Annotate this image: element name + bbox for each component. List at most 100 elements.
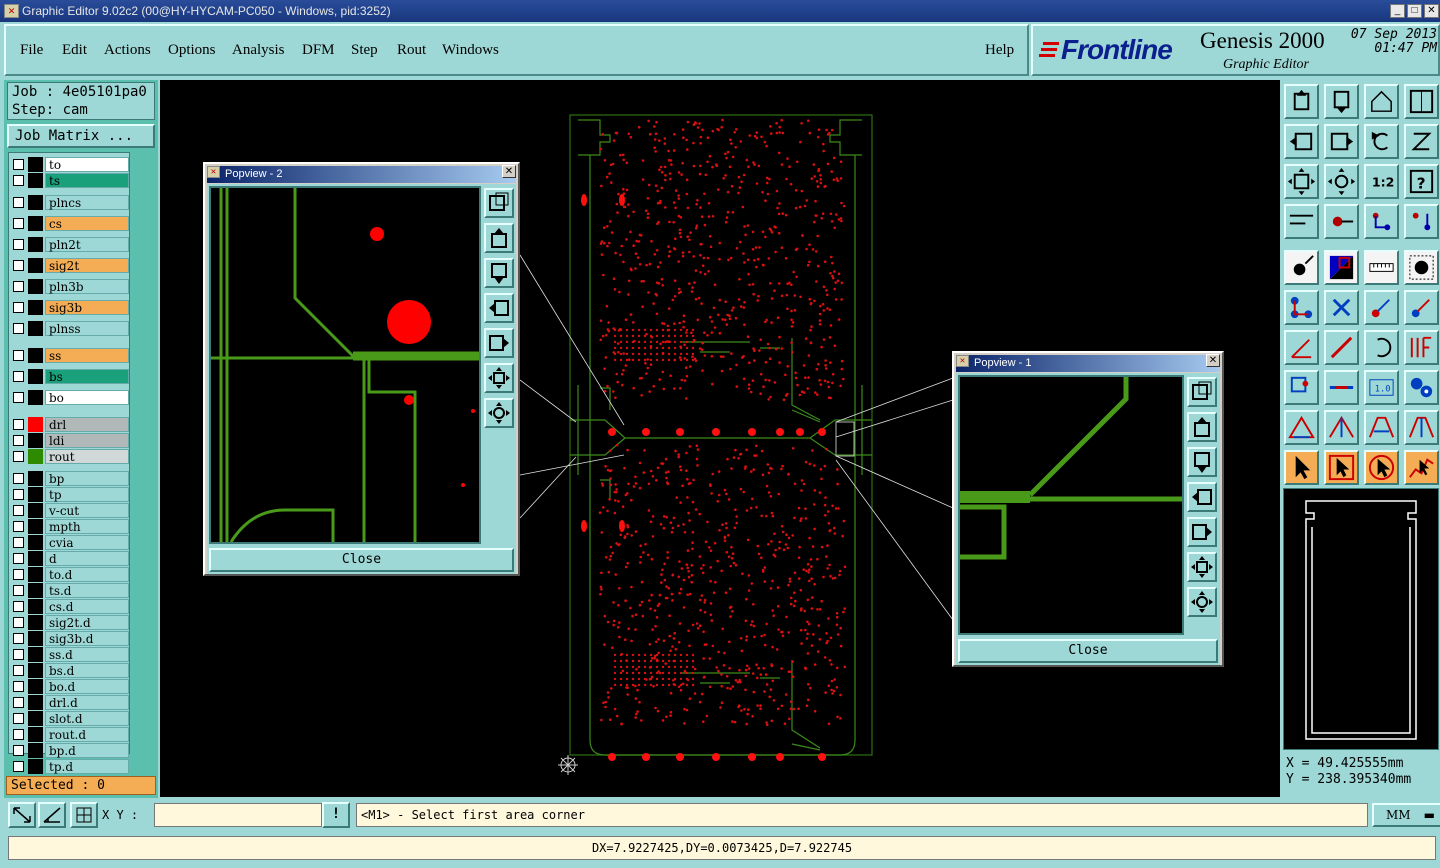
layer-checkbox[interactable] <box>13 505 24 516</box>
layer-row[interactable]: pln2t <box>11 237 129 252</box>
layer-checkbox[interactable] <box>13 323 24 334</box>
layer-name[interactable]: bp.d <box>45 743 129 758</box>
layer-color-swatch[interactable] <box>28 237 43 252</box>
layer-row[interactable]: slot.d <box>11 711 129 726</box>
dimension-button[interactable]: 1.0 <box>1364 370 1399 405</box>
popview-1-zoom-reset-button[interactable] <box>1187 377 1217 407</box>
delete-node-button[interactable] <box>1324 290 1359 325</box>
layer-name[interactable]: ss <box>45 348 129 363</box>
layer-row[interactable]: pln3b <box>11 279 129 294</box>
layer-checkbox[interactable] <box>13 521 24 532</box>
layer-color-swatch[interactable] <box>28 503 43 518</box>
popview-2-pan-right-button[interactable] <box>484 328 514 358</box>
triangle-a-button[interactable] <box>1284 410 1319 445</box>
layer-row[interactable]: sig2t <box>11 258 129 273</box>
menu-file[interactable]: File <box>20 42 43 59</box>
layer-name[interactable]: cvia <box>45 535 129 550</box>
layer-name[interactable]: drl <box>45 417 129 432</box>
layer-row[interactable]: bp.d <box>11 743 129 758</box>
layer-color-swatch[interactable] <box>28 390 43 405</box>
layer-row[interactable]: bp <box>11 471 129 486</box>
popview-2-pan-left-button[interactable] <box>484 293 514 323</box>
layer-name[interactable]: pln2t <box>45 237 129 252</box>
scale-1-2-button[interactable]: 1:2 <box>1364 164 1399 199</box>
pan-left-button[interactable] <box>1284 124 1319 159</box>
layer-color-swatch[interactable] <box>28 583 43 598</box>
units-selector[interactable]: MM ▬ <box>1372 803 1440 827</box>
menu-dfm[interactable]: DFM <box>302 42 335 59</box>
layer-name[interactable]: ts <box>45 173 129 188</box>
layer-color-swatch[interactable] <box>28 195 43 210</box>
popview-2-zoom-fit-button[interactable] <box>484 363 514 393</box>
layer-name[interactable]: ts.d <box>45 583 129 598</box>
maximize-button[interactable]: □ <box>1407 4 1422 18</box>
layer-color-swatch[interactable] <box>28 321 43 336</box>
layer-name[interactable]: d <box>45 551 129 566</box>
layer-row[interactable]: sig3b.d <box>11 631 129 646</box>
layer-name[interactable]: pln3b <box>45 279 129 294</box>
popview-1-canvas[interactable] <box>958 375 1184 635</box>
layer-checkbox[interactable] <box>13 197 24 208</box>
layer-row[interactable]: tp <box>11 487 129 502</box>
pointer-button[interactable] <box>1284 450 1319 485</box>
pan-right-button[interactable] <box>1324 124 1359 159</box>
layer-row[interactable]: plnss <box>11 321 129 336</box>
menu-help[interactable]: Help <box>985 42 1014 59</box>
layer-checkbox[interactable] <box>13 392 24 403</box>
layer-color-swatch[interactable] <box>28 663 43 678</box>
popview-2-close-button[interactable]: Close <box>209 548 514 572</box>
layer-checkbox[interactable] <box>13 665 24 676</box>
grid-button[interactable] <box>70 802 98 828</box>
layer-row[interactable]: ss <box>11 348 129 363</box>
layer-checkbox[interactable] <box>13 371 24 382</box>
menu-edit[interactable]: Edit <box>62 42 87 59</box>
layer-name[interactable]: rout <box>45 449 129 464</box>
popview-2-zoom-reset-button[interactable] <box>484 188 514 218</box>
move-point-button[interactable] <box>1364 290 1399 325</box>
measure-button[interactable] <box>38 802 66 828</box>
layer-checkbox[interactable] <box>13 697 24 708</box>
popview-1-zoom-center-button[interactable] <box>1187 587 1217 617</box>
layer-color-swatch[interactable] <box>28 743 43 758</box>
layer-checkbox[interactable] <box>13 617 24 628</box>
line-draw-button[interactable] <box>1324 330 1359 365</box>
line-angle-button[interactable] <box>1284 330 1319 365</box>
layer-name[interactable]: sig3b.d <box>45 631 129 646</box>
layer-color-swatch[interactable] <box>28 647 43 662</box>
undo-rotate-button[interactable] <box>1364 124 1399 159</box>
layer-checkbox[interactable] <box>13 745 24 756</box>
popview-2-step-down-button[interactable] <box>484 258 514 288</box>
layer-name[interactable]: drl.d <box>45 695 129 710</box>
layer-row[interactable]: bs <box>11 369 129 384</box>
layer-row[interactable]: plncs <box>11 195 129 210</box>
menu-actions[interactable]: Actions <box>104 42 151 59</box>
triangle-d-button[interactable] <box>1404 410 1439 445</box>
layer-color-swatch[interactable] <box>28 216 43 231</box>
layer-checkbox[interactable] <box>13 302 24 313</box>
layer-row[interactable]: ldi <box>11 433 129 448</box>
layer-name[interactable]: to <box>45 157 129 172</box>
arc-rotate-button[interactable] <box>1364 330 1399 365</box>
layer-row[interactable]: drl <box>11 417 129 432</box>
popview-2-close-icon[interactable]: ✕ <box>502 165 516 178</box>
layer-color-swatch[interactable] <box>28 300 43 315</box>
layer-row[interactable]: to.d <box>11 567 129 582</box>
pointer-circle-button[interactable] <box>1364 450 1399 485</box>
layer-name[interactable]: bp <box>45 471 129 486</box>
layer-checkbox[interactable] <box>13 260 24 271</box>
triangle-c-button[interactable] <box>1364 410 1399 445</box>
layer-color-swatch[interactable] <box>28 519 43 534</box>
zoom-center-button[interactable] <box>1324 164 1359 199</box>
snap-tools-button[interactable] <box>1284 204 1319 239</box>
layer-name[interactable]: tp.d <box>45 759 129 774</box>
layer-row[interactable]: ts <box>11 173 129 188</box>
layer-checkbox[interactable] <box>13 175 24 186</box>
layer-color-swatch[interactable] <box>28 173 43 188</box>
layer-checkbox[interactable] <box>13 569 24 580</box>
layer-checkbox[interactable] <box>13 218 24 229</box>
triangle-b-button[interactable] <box>1324 410 1359 445</box>
layer-row[interactable]: ts.d <box>11 583 129 598</box>
layer-name[interactable]: sig3b <box>45 300 129 315</box>
layer-row[interactable]: sig2t.d <box>11 615 129 630</box>
layer-row[interactable]: rout.d <box>11 727 129 742</box>
